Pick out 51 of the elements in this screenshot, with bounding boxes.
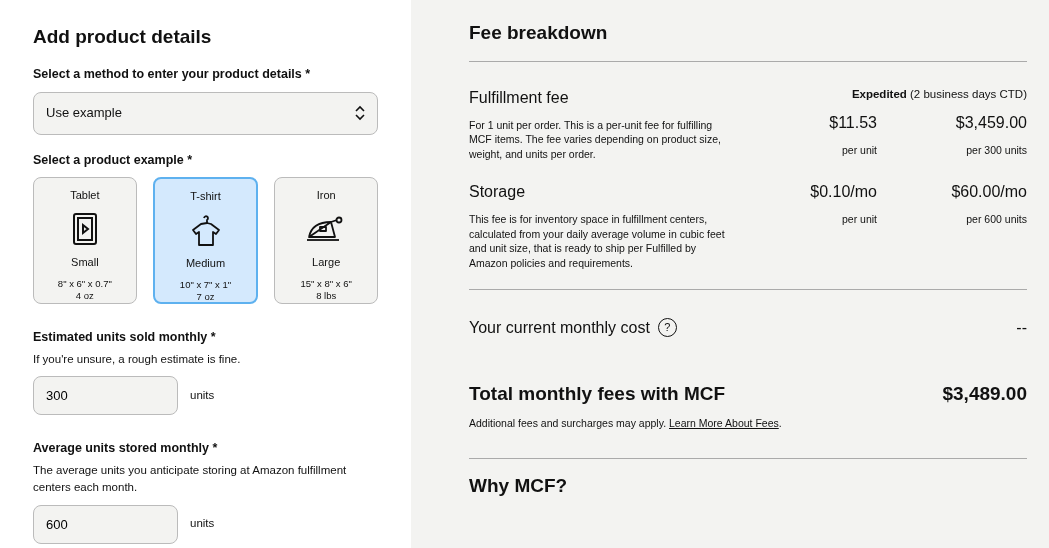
field-label: Select a product example * — [33, 151, 194, 169]
tshirt-icon — [190, 213, 221, 246]
product-name: Tablet — [70, 188, 100, 204]
learn-more-link[interactable]: Learn More About Fees — [669, 417, 779, 430]
section-title: Add product details — [33, 26, 213, 49]
product-name: T-shirt — [190, 189, 221, 205]
unit-price: $0.10/mo — [809, 181, 877, 202]
fee-name: Storage — [469, 181, 527, 202]
product-card[interactable]: Tablet Small 8" x 6" x 0.7" 4 oz — [33, 177, 137, 305]
total-value: $3,489.00 — [942, 381, 1027, 406]
product-weight: 7 oz — [196, 290, 215, 303]
unit-label: units — [190, 388, 215, 404]
product-dimensions: 15" x 8" x 6" — [300, 278, 352, 290]
field-hint: The average units you anticipate storing at Amazon fulfillment centers each month. — [33, 463, 348, 496]
product-size: Medium — [185, 255, 226, 271]
field-label: Estimated units sold monthly * — [33, 329, 217, 347]
method-select[interactable]: Use example — [33, 91, 378, 135]
field-label: Average units stored monthly * — [33, 440, 219, 458]
field-hint: If you're unsure, a rough estimate is fine. — [33, 352, 242, 368]
field-label: Select a method to enter your product details * — [33, 65, 312, 83]
product-card[interactable]: T-shirt Medium 10" x 7" x 1" 7 oz — [152, 177, 259, 305]
tablet-icon — [72, 212, 97, 245]
unit-label: units — [190, 516, 215, 532]
total-caption: per 600 units — [965, 211, 1027, 227]
product-size: Small — [71, 254, 99, 270]
product-dimensions: 8" x 6" x 0.7" — [57, 278, 112, 290]
unit-price: $11.53 — [828, 113, 877, 134]
number-input[interactable]: 300 — [33, 376, 178, 416]
total-price: $3,459.00 — [954, 113, 1027, 134]
shipping-speed: Expedited (2 business days CTD) — [851, 86, 1027, 102]
fee-note: Additional fees and surcharges may apply. Learn More About Fees. — [469, 416, 783, 432]
number-input[interactable]: 600 — [33, 504, 178, 544]
unit-caption: per unit — [840, 211, 877, 227]
total-price: $60.00/mo — [950, 181, 1027, 202]
total-label: Total monthly fees with MCF — [469, 381, 726, 406]
product-card[interactable]: Iron Large 15" x 8" x 6" 8 lbs — [274, 177, 378, 305]
product-name: Iron — [316, 188, 336, 204]
fee-description: This fee is for inventory space in fulfillment centers, calculated from your daily average volume in cubic feet and unit size, that is ready to ship per Fulfilled by Amazon policies and requirements. — [469, 211, 726, 271]
section-heading: Why MCF? — [469, 474, 569, 498]
fee-name: Fulfillment fee — [469, 87, 570, 108]
product-weight: 4 oz — [75, 289, 94, 302]
product-size: Large — [312, 254, 341, 270]
cost-value: -- — [1016, 317, 1027, 338]
cost-label: Your current monthly cost — [469, 317, 650, 338]
product-dimensions: 10" x 7" x 1" — [179, 279, 232, 291]
section-title: Fee breakdown — [469, 22, 609, 45]
total-caption: per 300 units — [965, 143, 1027, 159]
fee-description: For 1 unit per order. This is a per-unit fee for fulfilling MCF items. The fee varies depending on product size, weight, and units per order. — [469, 117, 722, 162]
product-weight: 8 lbs — [316, 289, 337, 302]
chevron-icon — [355, 105, 365, 122]
unit-caption: per unit — [840, 143, 877, 159]
